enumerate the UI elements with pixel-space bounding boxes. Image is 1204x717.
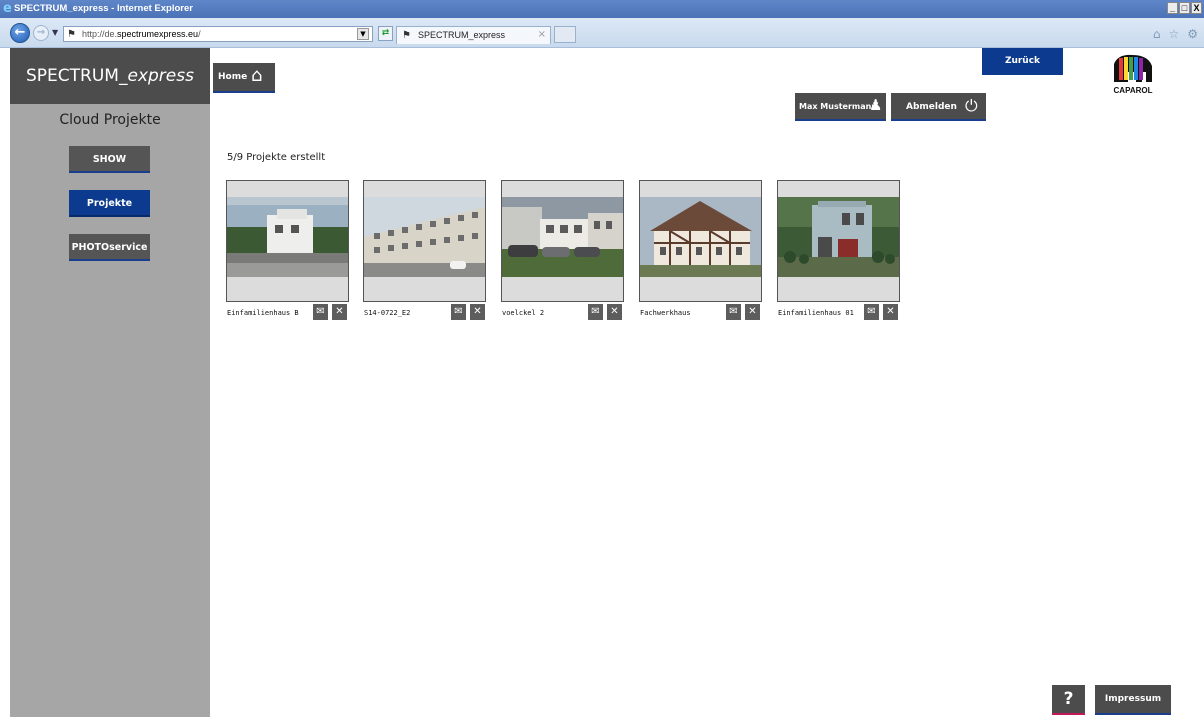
project-card[interactable] bbox=[363, 180, 486, 302]
browser-tab[interactable]: ⚑ SPECTRUM_express × bbox=[396, 26, 551, 44]
project-card[interactable] bbox=[777, 180, 900, 302]
house-icon: ⌂ bbox=[251, 65, 263, 86]
tab-close-icon[interactable]: × bbox=[538, 29, 546, 40]
logout-label: Abmelden bbox=[906, 102, 957, 112]
sidebar: SPECTRUM_express Cloud Projekte SHOW Pro… bbox=[10, 48, 210, 717]
mail-icon[interactable]: ✉ bbox=[451, 304, 466, 320]
logout-button[interactable]: Abmelden ⏻ bbox=[891, 93, 986, 121]
project-name: Einfamilienhaus B bbox=[227, 309, 299, 317]
favorites-star-icon[interactable]: ☆ bbox=[1168, 27, 1179, 41]
project-card[interactable] bbox=[639, 180, 762, 302]
address-bar[interactable]: ⚑ http://de.spectrumexpress.eu/ ▼ bbox=[63, 26, 373, 42]
new-tab-button[interactable] bbox=[554, 26, 576, 43]
impressum-button[interactable]: Impressum bbox=[1095, 685, 1171, 715]
section-title: Cloud Projekte bbox=[59, 112, 161, 128]
tab-favicon-icon: ⚑ bbox=[402, 30, 411, 41]
project-name: S14-0722_E2 bbox=[364, 309, 411, 317]
refresh-icon[interactable]: ⇄ bbox=[378, 26, 393, 41]
mail-icon[interactable]: ✉ bbox=[588, 304, 603, 320]
project-name: voelckel 2 bbox=[502, 309, 545, 317]
project-card[interactable] bbox=[501, 180, 624, 302]
sidebar-item-show[interactable]: SHOW bbox=[69, 146, 150, 173]
brand-logo: SPECTRUM_express bbox=[10, 48, 210, 104]
project-thumbnail[interactable] bbox=[227, 197, 348, 277]
back-button[interactable]: Zurück bbox=[982, 48, 1063, 75]
project-thumbnail[interactable] bbox=[364, 197, 485, 277]
project-name: Fachwerkhaus bbox=[640, 309, 691, 317]
delete-icon[interactable]: ✕ bbox=[470, 304, 485, 320]
window-title-bar: e SPECTRUM_express - Internet Explorer _… bbox=[0, 0, 1204, 18]
caparol-logo: CAPAROL bbox=[1108, 52, 1158, 98]
sidebar-item-photoservice[interactable]: PHOTOservice bbox=[69, 234, 150, 261]
browser-nav-bar: ← → ▼ ⚑ http://de.spectrumexpress.eu/ ▼ … bbox=[0, 18, 1204, 48]
browser-toolbar-icons: ⌂ ☆ ⚙ bbox=[1153, 27, 1198, 41]
home-button[interactable]: Home ⌂ bbox=[213, 63, 275, 93]
close-window-button[interactable]: X bbox=[1191, 2, 1202, 14]
user-icon: ♟ bbox=[869, 96, 883, 114]
user-button[interactable]: Max Mustermann ♟ bbox=[795, 93, 886, 121]
address-dropdown-icon[interactable]: ▼ bbox=[357, 28, 369, 40]
address-url[interactable]: http://de.spectrumexpress.eu/ bbox=[82, 28, 201, 41]
window-title: SPECTRUM_express - Internet Explorer bbox=[14, 3, 193, 14]
project-count: 5/9 Projekte erstellt bbox=[227, 152, 326, 163]
help-button[interactable]: ? bbox=[1052, 685, 1085, 715]
sidebar-item-projekte[interactable]: Projekte bbox=[69, 190, 150, 217]
project-thumbnail[interactable] bbox=[502, 197, 623, 277]
project-thumbnail[interactable] bbox=[778, 197, 899, 277]
project-card[interactable] bbox=[226, 180, 349, 302]
page-content: SPECTRUM_express Cloud Projekte SHOW Pro… bbox=[0, 48, 1204, 717]
power-icon: ⏻ bbox=[965, 96, 978, 115]
project-thumbnail[interactable] bbox=[640, 197, 761, 277]
window-controls: _ □ X bbox=[1167, 2, 1202, 14]
history-dropdown-icon[interactable]: ▼ bbox=[52, 28, 58, 37]
minimize-button[interactable]: _ bbox=[1167, 2, 1178, 14]
maximize-button[interactable]: □ bbox=[1179, 2, 1190, 14]
mail-icon[interactable]: ✉ bbox=[864, 304, 879, 320]
elephant-logo-icon bbox=[1114, 54, 1152, 82]
delete-icon[interactable]: ✕ bbox=[745, 304, 760, 320]
home-toolbar-icon[interactable]: ⌂ bbox=[1153, 27, 1161, 41]
home-label: Home bbox=[218, 72, 248, 82]
settings-gear-icon[interactable]: ⚙ bbox=[1187, 27, 1198, 41]
delete-icon[interactable]: ✕ bbox=[607, 304, 622, 320]
mail-icon[interactable]: ✉ bbox=[313, 304, 328, 320]
caparol-logo-text: CAPAROL bbox=[1113, 86, 1153, 95]
delete-icon[interactable]: ✕ bbox=[332, 304, 347, 320]
site-favicon-icon: ⚑ bbox=[67, 29, 76, 40]
forward-arrow-icon[interactable]: → bbox=[33, 25, 49, 41]
tab-title: SPECTRUM_express bbox=[418, 30, 506, 40]
project-name: Einfamilienhaus 01 bbox=[778, 309, 854, 317]
back-arrow-icon[interactable]: ← bbox=[10, 23, 30, 43]
mail-icon[interactable]: ✉ bbox=[726, 304, 741, 320]
user-name-label: Max Mustermann bbox=[799, 102, 878, 111]
delete-icon[interactable]: ✕ bbox=[883, 304, 898, 320]
